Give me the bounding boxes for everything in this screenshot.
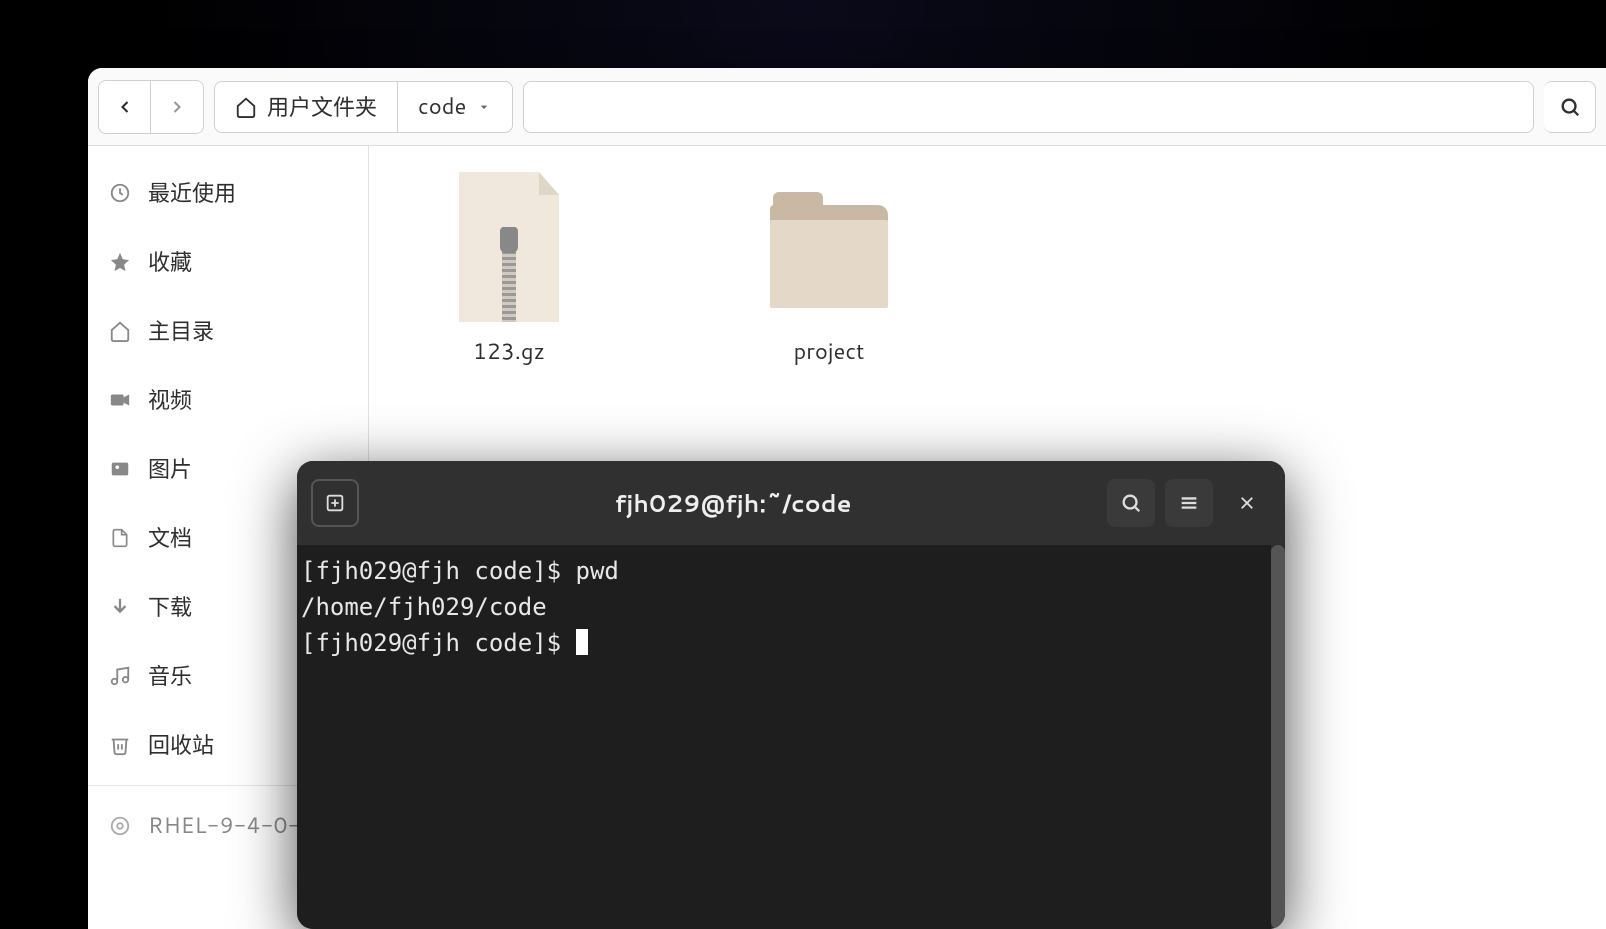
sidebar-item-label: RHEL-9-4-0-… xyxy=(148,810,319,841)
search-button[interactable] xyxy=(1544,81,1596,133)
address-bar[interactable] xyxy=(523,81,1534,133)
star-icon xyxy=(108,250,132,274)
file-name-label: project xyxy=(794,336,865,367)
chevron-right-icon xyxy=(167,97,187,117)
disc-icon xyxy=(108,814,132,838)
file-item-archive[interactable]: 123.gz xyxy=(409,172,609,367)
new-tab-icon xyxy=(324,492,346,514)
path-segment-home[interactable]: 用户文件夹 xyxy=(215,82,398,132)
terminal-header: fjh029@fjh:~/code xyxy=(297,461,1285,545)
new-tab-button[interactable] xyxy=(311,479,359,527)
home-icon xyxy=(235,96,257,118)
terminal-cursor xyxy=(576,629,588,655)
file-name-label: 123.gz xyxy=(473,336,545,367)
terminal-window: fjh029@fjh:~/code [fjh029@fjh code]$ pwd… xyxy=(297,461,1285,929)
triangle-down-icon xyxy=(476,99,492,115)
terminal-menu-button[interactable] xyxy=(1165,479,1213,527)
terminal-title: fjh029@fjh:~/code xyxy=(369,486,1097,520)
forward-button[interactable] xyxy=(151,81,203,133)
sidebar-item-label: 下载 xyxy=(148,590,192,623)
hamburger-icon xyxy=(1178,492,1200,514)
terminal-scrollbar[interactable] xyxy=(1271,545,1285,929)
folder-icon xyxy=(769,182,889,322)
search-icon xyxy=(1559,96,1581,118)
terminal-close-button[interactable] xyxy=(1223,479,1271,527)
trash-icon xyxy=(108,733,132,757)
sidebar-item-label: 音乐 xyxy=(148,659,192,692)
terminal-search-button[interactable] xyxy=(1107,479,1155,527)
sidebar-item-videos[interactable]: 视频 xyxy=(88,365,368,434)
back-button[interactable] xyxy=(99,81,151,133)
search-icon xyxy=(1120,492,1142,514)
file-manager-toolbar: 用户文件夹 code xyxy=(88,68,1606,146)
sidebar-item-label: 图片 xyxy=(148,452,192,485)
path-segment-current[interactable]: code xyxy=(398,82,512,132)
download-icon xyxy=(108,595,132,619)
sidebar-item-label: 视频 xyxy=(148,383,192,416)
sidebar-item-label: 回收站 xyxy=(148,728,214,761)
document-icon xyxy=(108,526,132,550)
video-icon xyxy=(108,388,132,412)
sidebar-item-recent[interactable]: 最近使用 xyxy=(88,158,368,227)
file-item-folder[interactable]: project xyxy=(729,172,929,367)
terminal-line: [fjh029@fjh code]$ pwd xyxy=(301,557,619,585)
sidebar-item-label: 收藏 xyxy=(148,245,192,278)
sidebar-item-label: 主目录 xyxy=(148,314,214,347)
path-home-label: 用户文件夹 xyxy=(267,90,377,123)
terminal-line: /home/fjh029/code xyxy=(301,593,547,621)
clock-icon xyxy=(108,181,132,205)
music-icon xyxy=(108,664,132,688)
terminal-line: [fjh029@fjh code]$ xyxy=(301,629,576,657)
sidebar-item-starred[interactable]: 收藏 xyxy=(88,227,368,296)
close-icon xyxy=(1238,494,1256,512)
image-icon xyxy=(108,457,132,481)
sidebar-item-home[interactable]: 主目录 xyxy=(88,296,368,365)
terminal-body[interactable]: [fjh029@fjh code]$ pwd /home/fjh029/code… xyxy=(297,545,1285,929)
path-bar: 用户文件夹 code xyxy=(214,81,513,133)
nav-buttons-group xyxy=(98,80,204,134)
path-current-label: code xyxy=(418,91,466,122)
archive-file-icon xyxy=(459,172,559,322)
home-icon xyxy=(108,319,132,343)
sidebar-item-label: 最近使用 xyxy=(148,176,236,209)
sidebar-item-label: 文档 xyxy=(148,521,192,554)
chevron-left-icon xyxy=(115,97,135,117)
